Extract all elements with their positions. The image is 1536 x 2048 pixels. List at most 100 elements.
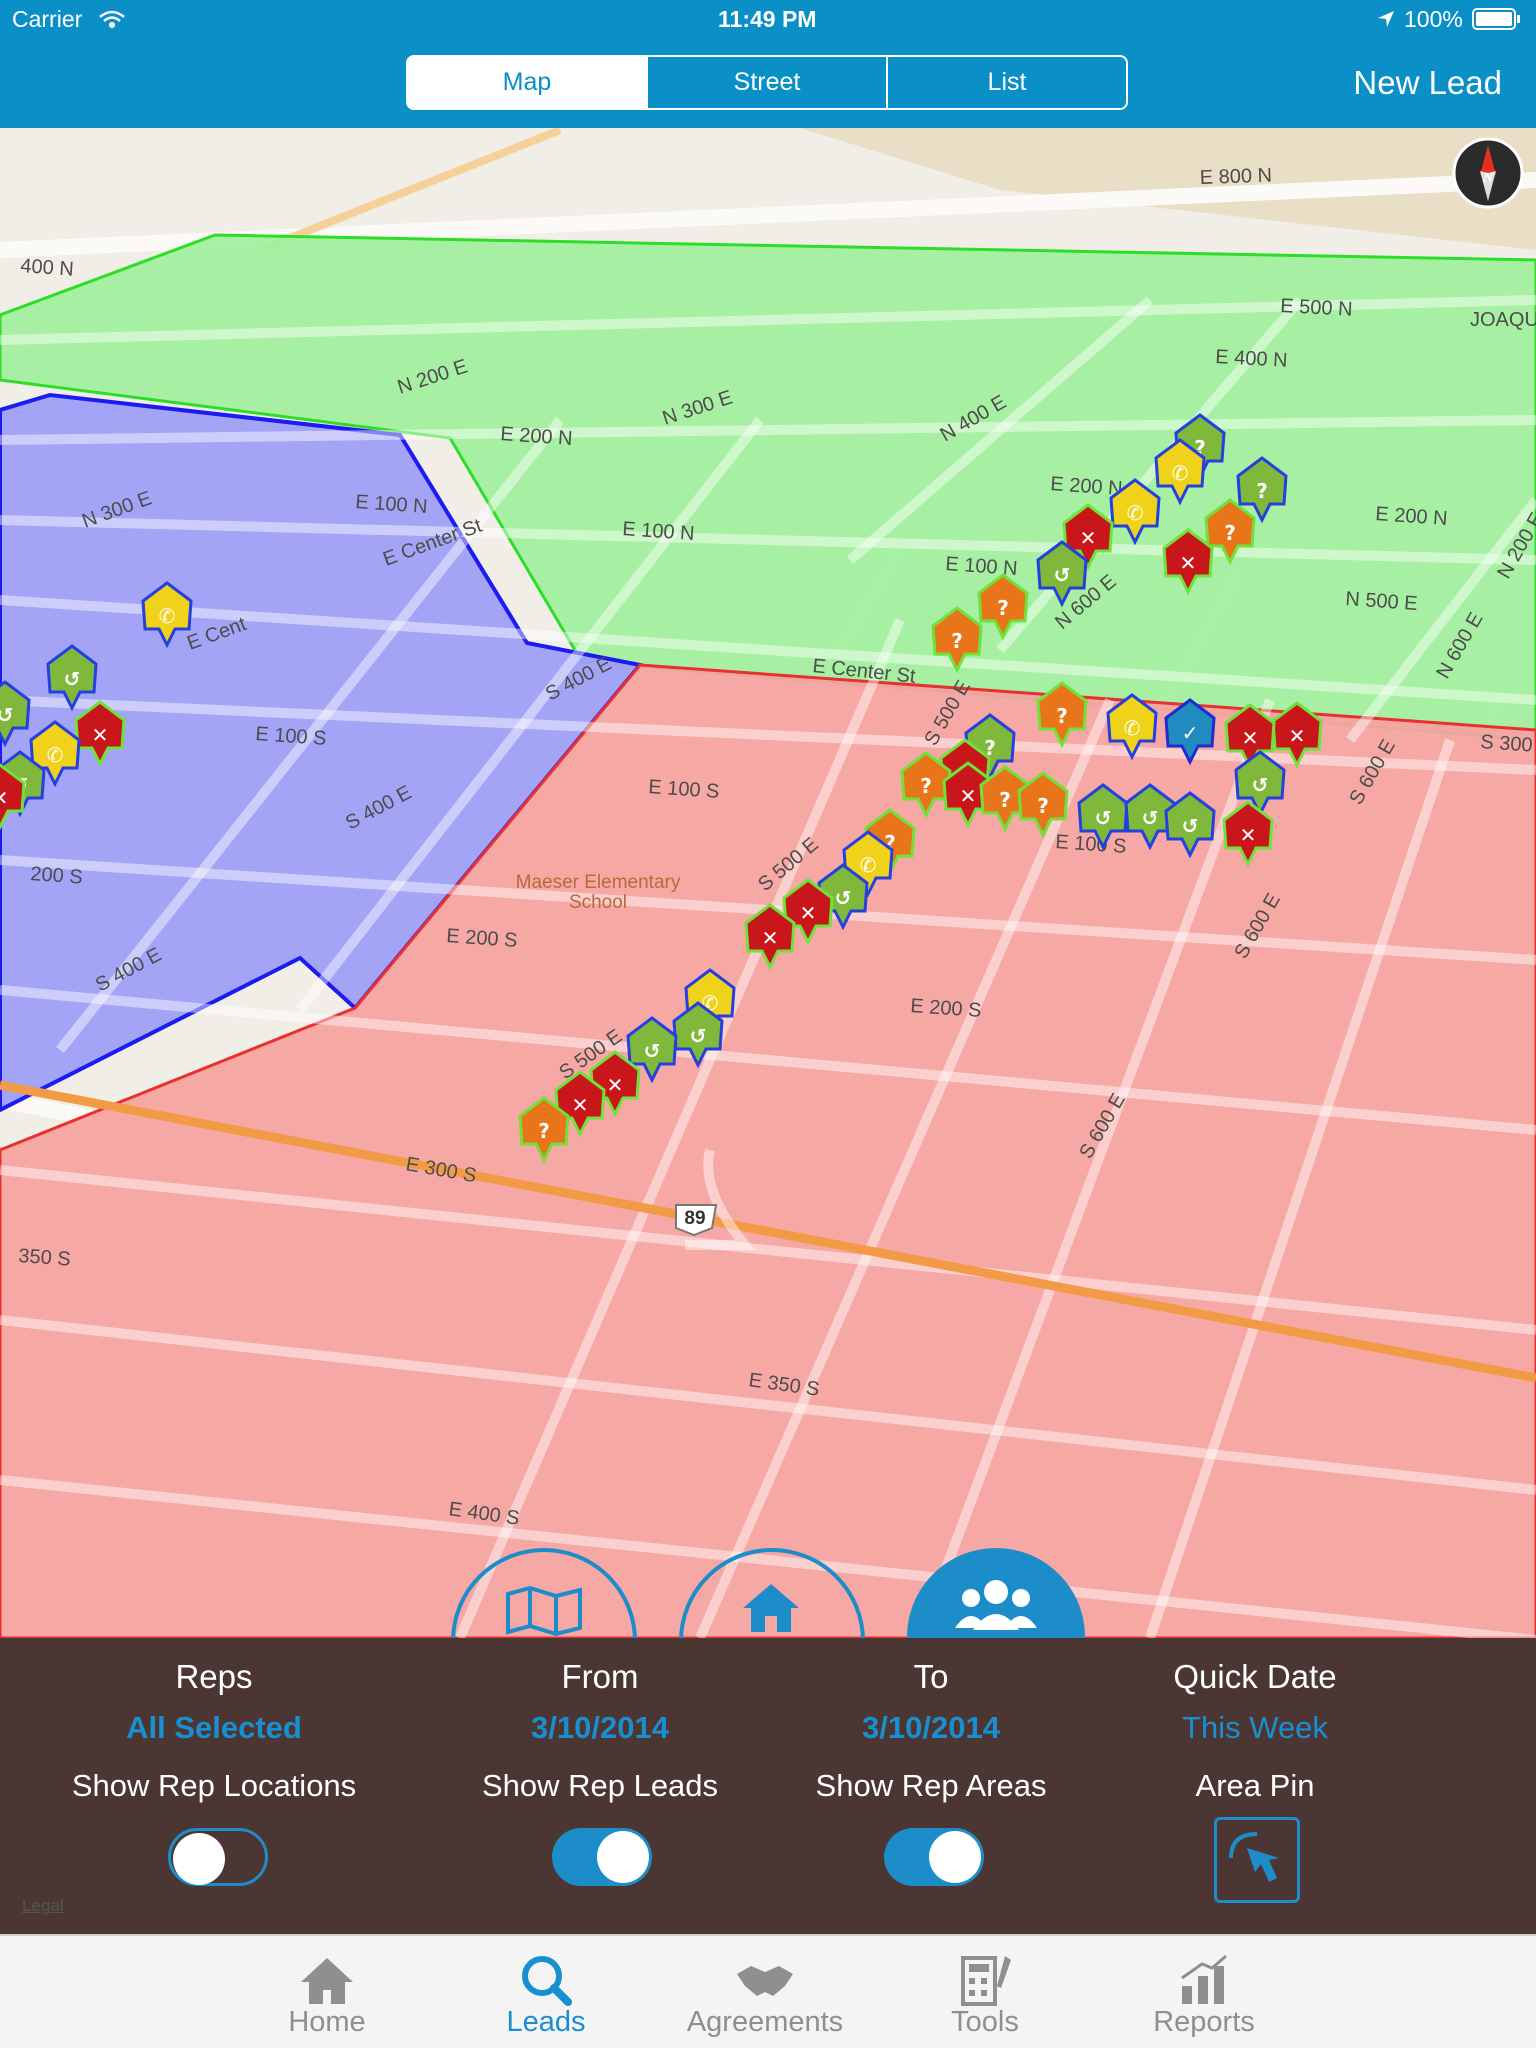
x-icon: ✕	[0, 786, 8, 810]
?-icon: ?	[951, 629, 963, 653]
quick-date-title: Quick Date	[1173, 1658, 1337, 1695]
reps-value[interactable]: All Selected	[34, 1710, 394, 1746]
handshake-icon	[737, 1966, 793, 1996]
show-rep-areas-toggle[interactable]	[884, 1828, 984, 1886]
check-icon: ✓	[1182, 721, 1199, 745]
show-rep-leads-toggle[interactable]	[552, 1828, 652, 1886]
tab-tools-label: Tools	[951, 2006, 1019, 2038]
street-label: 350 S	[18, 1245, 72, 1271]
x-icon: ✕	[960, 784, 977, 808]
area-pin-label: Area Pin	[1195, 1768, 1315, 1803]
street-label: JOAQUIN	[1470, 309, 1536, 331]
calculator-icon	[961, 1956, 1011, 2006]
revisit-icon: ↺	[1182, 814, 1199, 838]
?-icon: ?	[999, 788, 1011, 812]
legal-link[interactable]: Legal	[22, 1896, 64, 1916]
segment-list[interactable]: List	[886, 57, 1126, 108]
?-icon: ?	[1037, 794, 1049, 818]
?-icon: ?	[1224, 521, 1236, 545]
filter-panel: Reps All Selected Show Rep Locations Fro…	[0, 1638, 1536, 1934]
revisit-icon: ↺	[1142, 806, 1159, 830]
poi-name-line1: Maeser Elementary	[516, 872, 681, 893]
hand-pointer-icon	[1229, 1832, 1279, 1882]
segment-street[interactable]: Street	[646, 57, 886, 108]
from-value[interactable]: 3/10/2014	[420, 1710, 780, 1746]
tab-agreements[interactable]: Agreements	[665, 1936, 865, 2048]
show-rep-leads-label: Show Rep Leads	[481, 1768, 719, 1803]
revisit-icon: ↺	[1054, 563, 1071, 587]
to-title: To	[913, 1658, 949, 1695]
x-icon: ✕	[1242, 726, 1259, 750]
street-label: 400 N	[20, 255, 75, 281]
call-icon: ✆	[47, 743, 64, 767]
tab-tools[interactable]: Tools	[885, 1936, 1085, 2048]
?-icon: ?	[1256, 479, 1268, 503]
tab-leads-label: Leads	[506, 2006, 586, 2038]
street-label: E 500 N	[1280, 295, 1353, 321]
show-rep-areas-label: Show Rep Areas	[815, 1768, 1047, 1803]
revisit-icon: ↺	[64, 667, 81, 691]
call-icon: ✆	[860, 853, 877, 877]
home-icon	[301, 1958, 353, 2004]
navigation-bar: Carrier 11:49 PM 100% Map Street List Ne…	[0, 0, 1536, 128]
show-rep-locations-label: Show Rep Locations	[71, 1768, 357, 1803]
house-icon	[743, 1584, 799, 1632]
search-icon	[522, 1956, 572, 2006]
wifi-icon	[99, 10, 125, 28]
tab-agreements-label: Agreements	[686, 2006, 844, 2038]
revisit-icon: ↺	[1095, 806, 1112, 830]
show-rep-locations-toggle[interactable]	[168, 1828, 268, 1886]
x-icon: ✕	[800, 901, 817, 925]
?-icon: ?	[997, 596, 1009, 620]
view-segmented-control: Map Street List	[406, 55, 1128, 110]
map-view[interactable]: E 800 N400 NE 500 NJOAQUINE 400 NN 200 E…	[0, 128, 1536, 1638]
revisit-icon: ↺	[835, 886, 852, 910]
call-icon: ✆	[159, 604, 176, 628]
carrier-label: Carrier	[12, 6, 83, 32]
revisit-icon: ↺	[644, 1039, 661, 1063]
x-icon: ✕	[1289, 724, 1306, 748]
quick-date-value[interactable]: This Week	[1075, 1710, 1435, 1746]
tab-bar: Home Leads Agreements Tools Reports	[0, 1934, 1536, 2048]
to-value[interactable]: 3/10/2014	[751, 1710, 1111, 1746]
?-icon: ?	[538, 1119, 550, 1143]
location-arrow-icon	[1378, 11, 1394, 27]
call-icon: ✆	[1124, 716, 1141, 740]
street-label: E 400 N	[1215, 346, 1288, 372]
reps-title: Reps	[175, 1658, 253, 1695]
call-icon: ✆	[1172, 461, 1189, 485]
revisit-icon: ↺	[1252, 773, 1269, 797]
area-pin-button[interactable]	[1214, 1817, 1300, 1903]
revisit-icon: ↺	[0, 703, 13, 727]
tab-leads[interactable]: Leads	[446, 1936, 646, 2048]
?-icon: ?	[1056, 704, 1068, 728]
call-icon: ✆	[1127, 501, 1144, 525]
x-icon: ✕	[92, 723, 109, 747]
map-canvas[interactable]: E 800 N400 NE 500 NJOAQUINE 400 NN 200 E…	[0, 128, 1536, 1638]
x-icon: ✕	[572, 1093, 589, 1117]
battery-percent: 100%	[1404, 6, 1463, 32]
us-89-label: 89	[684, 1208, 705, 1229]
battery-icon	[1472, 8, 1520, 30]
?-icon: ?	[920, 774, 932, 798]
reps-icon	[955, 1580, 1037, 1630]
compass-icon[interactable]: N	[1452, 137, 1524, 209]
tab-home[interactable]: Home	[227, 1936, 427, 2048]
chart-icon	[1181, 1954, 1227, 2004]
tab-reports-label: Reports	[1153, 2006, 1255, 2038]
x-icon: ✕	[762, 926, 779, 950]
x-icon: ✕	[1080, 526, 1097, 550]
poi-name-line2: School	[569, 892, 627, 913]
map-icon	[506, 1586, 582, 1636]
from-title: From	[561, 1658, 639, 1695]
svg-text:N: N	[1482, 171, 1494, 186]
x-icon: ✕	[1180, 551, 1197, 575]
new-lead-button[interactable]: New Lead	[1353, 64, 1502, 102]
x-icon: ✕	[607, 1073, 624, 1097]
street-label: E 800 N	[1199, 164, 1272, 189]
clock: 11:49 PM	[718, 6, 817, 32]
segment-map[interactable]: Map	[408, 57, 646, 108]
revisit-icon: ↺	[690, 1024, 707, 1048]
x-icon: ✕	[1240, 823, 1257, 847]
tab-reports[interactable]: Reports	[1104, 1936, 1304, 2048]
